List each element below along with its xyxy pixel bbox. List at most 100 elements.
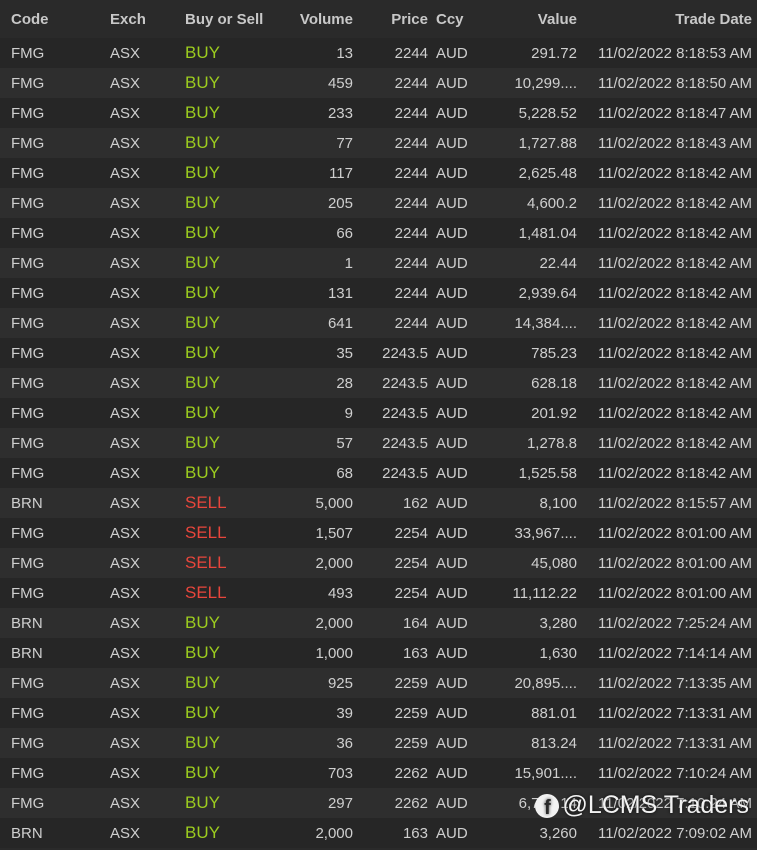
column-header-side[interactable]: Buy or Sell [175, 11, 285, 28]
cell-exch: ASX [110, 614, 141, 632]
table-row[interactable]: FMG ASX BUY 68 2243.5 AUD 1,525.58 11/02/2022 8… [0, 458, 757, 488]
cell-exch: ASX [110, 434, 141, 452]
cell-volume: 205 [327, 194, 353, 212]
cell-side: BUY [185, 223, 220, 242]
cell-trade-date: 11/02/2022 7:13:31 AM [597, 704, 752, 722]
cell-trade-date: 11/02/2022 8:01:00 AM [597, 554, 752, 572]
cell-trade-date: 11/02/2022 8:18:42 AM [597, 284, 752, 302]
table-row[interactable]: FMG ASX BUY 36 2259 AUD 813.24 11/02/2022 7:13:… [0, 728, 757, 758]
table-row[interactable]: FMG ASX SELL 1,507 2254 AUD 33,967.... 11/02/20… [0, 518, 757, 548]
cell-exch: ASX [110, 644, 141, 662]
table-row[interactable]: FMG ASX BUY 1 2244 AUD 22.44 11/02/2022 8:18:42… [0, 248, 757, 278]
cell-price: 2244 [394, 284, 428, 302]
table-row[interactable]: FMG ASX BUY 35 2243.5 AUD 785.23 11/02/2022 8:1… [0, 338, 757, 368]
cell-trade-date: 11/02/2022 8:01:00 AM [597, 524, 752, 542]
cell-volume: 2,000 [315, 554, 353, 572]
cell-volume: 297 [327, 794, 353, 812]
table-row[interactable]: FMG ASX BUY 57 2243.5 AUD 1,278.8 11/02/2022 8:… [0, 428, 757, 458]
cell-value: 1,525.58 [518, 464, 577, 482]
cell-value: 33,967.... [514, 524, 577, 542]
cell-code: FMG [11, 794, 45, 812]
cell-value: 1,481.04 [518, 224, 577, 242]
cell-value: 10,299.... [514, 74, 577, 92]
cell-ccy: AUD [436, 104, 468, 122]
cell-ccy: AUD [436, 374, 468, 392]
table-row[interactable]: FMG ASX BUY 9 2243.5 AUD 201.92 11/02/2022 8:18… [0, 398, 757, 428]
cell-exch: ASX [110, 374, 141, 392]
table-row[interactable]: FMG ASX BUY 703 2262 AUD 15,901.... 11/02/2022 … [0, 758, 757, 788]
column-header-code[interactable]: Code [0, 11, 100, 28]
table-row[interactable]: BRN ASX BUY 2,000 163 AUD 3,260 11/02/2022 7:09… [0, 818, 757, 848]
column-header-value[interactable]: Value [480, 11, 577, 28]
table-row[interactable]: FMG ASX BUY 13 2244 AUD 291.72 11/02/2022 8:18:… [0, 38, 757, 68]
cell-ccy: AUD [436, 704, 468, 722]
cell-side: BUY [185, 763, 220, 782]
cell-value: 2,939.64 [518, 284, 577, 302]
cell-ccy: AUD [436, 464, 468, 482]
cell-side: BUY [185, 643, 220, 662]
cell-side: BUY [185, 193, 220, 212]
cell-value: 1,727.88 [518, 134, 577, 152]
cell-exch: ASX [110, 254, 141, 272]
cell-code: FMG [11, 464, 45, 482]
cell-exch: ASX [110, 224, 141, 242]
column-header-price[interactable]: Price [353, 11, 428, 28]
cell-value: 45,080 [531, 554, 577, 572]
table-row[interactable]: FMG ASX BUY 39 2259 AUD 881.01 11/02/2022 7:13:… [0, 698, 757, 728]
cell-side: BUY [185, 673, 220, 692]
table-row[interactable]: FMG ASX BUY 925 2259 AUD 20,895.... 11/02/2022 … [0, 668, 757, 698]
cell-ccy: AUD [436, 134, 468, 152]
table-row[interactable]: FMG ASX BUY 641 2244 AUD 14,384.... 11/02/2022 … [0, 308, 757, 338]
cell-trade-date: 11/02/2022 8:18:42 AM [597, 434, 752, 452]
cell-price: 163 [402, 644, 428, 662]
cell-trade-date: 11/02/2022 8:18:42 AM [597, 344, 752, 362]
cell-side: SELL [185, 583, 227, 602]
table-row[interactable]: BRN ASX SELL 5,000 162 AUD 8,100 11/02/2022 8:1… [0, 488, 757, 518]
cell-volume: 36 [336, 734, 353, 752]
cell-trade-date: 11/02/2022 8:18:42 AM [597, 314, 752, 332]
cell-volume: 459 [327, 74, 353, 92]
cell-price: 2244 [394, 194, 428, 212]
table-row[interactable]: BRN ASX BUY 1,000 163 AUD 1,630 11/02/2022 7:14… [0, 638, 757, 668]
table-row[interactable]: FMG ASX BUY 205 2244 AUD 4,600.2 11/02/2022 8:1… [0, 188, 757, 218]
table-row[interactable]: FMG ASX BUY 28 2243.5 AUD 628.18 11/02/2022 8:1… [0, 368, 757, 398]
cell-trade-date: 11/02/2022 7:09:02 AM [597, 824, 752, 842]
table-row[interactable]: FMG ASX SELL 2,000 2254 AUD 45,080 11/02/2022 8… [0, 548, 757, 578]
table-row[interactable]: FMG ASX BUY 66 2244 AUD 1,481.04 11/02/2022 8:1… [0, 218, 757, 248]
cell-price: 2254 [394, 584, 428, 602]
cell-ccy: AUD [436, 764, 468, 782]
table-row[interactable]: FMG ASX BUY 459 2244 AUD 10,299.... 11/02/2022 … [0, 68, 757, 98]
cell-ccy: AUD [436, 434, 468, 452]
table-row[interactable]: FMG ASX BUY 131 2244 AUD 2,939.64 11/02/2022 8:… [0, 278, 757, 308]
cell-code: FMG [11, 674, 45, 692]
cell-exch: ASX [110, 524, 141, 542]
cell-exch: ASX [110, 764, 141, 782]
cell-price: 2244 [394, 104, 428, 122]
cell-price: 2244 [394, 314, 428, 332]
cell-side: SELL [185, 523, 227, 542]
cell-trade-date: 11/02/2022 7:13:35 AM [597, 674, 752, 692]
cell-volume: 28 [336, 374, 353, 392]
cell-side: BUY [185, 793, 220, 812]
cell-code: FMG [11, 194, 45, 212]
cell-side: BUY [185, 73, 220, 92]
cell-code: FMG [11, 224, 45, 242]
column-header-exch[interactable]: Exch [100, 11, 175, 28]
column-header-trade-date[interactable]: Trade Date [577, 11, 757, 28]
table-row[interactable]: BRN ASX BUY 2,000 164 AUD 3,280 11/02/2022 7:25… [0, 608, 757, 638]
cell-trade-date: 11/02/2022 7:14:14 AM [597, 644, 752, 662]
cell-price: 2254 [394, 524, 428, 542]
cell-code: FMG [11, 254, 45, 272]
table-row[interactable]: FMG ASX BUY 117 2244 AUD 2,625.48 11/02/2022 8:… [0, 158, 757, 188]
column-header-volume[interactable]: Volume [285, 11, 353, 28]
cell-code: BRN [11, 824, 43, 842]
cell-price: 2262 [394, 764, 428, 782]
table-row[interactable]: FMG ASX BUY 77 2244 AUD 1,727.88 11/02/2022 8:1… [0, 128, 757, 158]
column-header-ccy[interactable]: Ccy [428, 11, 480, 28]
cell-exch: ASX [110, 314, 141, 332]
table-row[interactable]: FMG ASX BUY 233 2244 AUD 5,228.52 11/02/2022 8:… [0, 98, 757, 128]
watermark-text: @LCMS Traders [562, 791, 749, 819]
table-row[interactable]: FMG ASX SELL 493 2254 AUD 11,112.22 11/02/2022 … [0, 578, 757, 608]
cell-ccy: AUD [436, 404, 468, 422]
cell-value: 1,278.8 [526, 434, 577, 452]
